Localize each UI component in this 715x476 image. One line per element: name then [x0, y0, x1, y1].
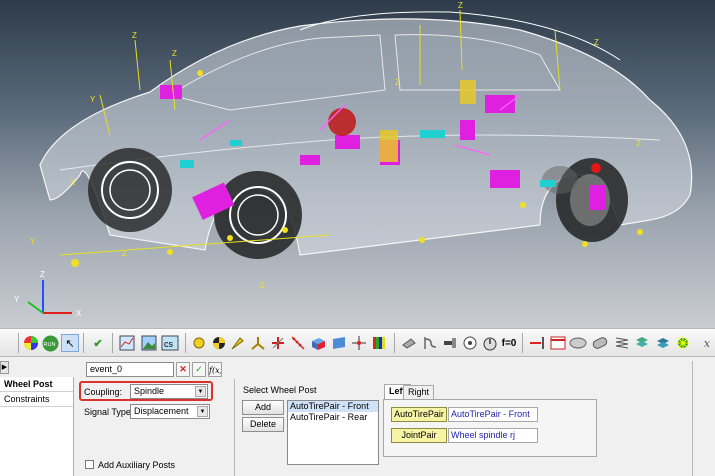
explode-icon[interactable]: [674, 334, 692, 352]
spring-icon[interactable]: [289, 334, 307, 352]
toolbar-separator: [18, 333, 19, 353]
panel-right-edge: [692, 361, 693, 476]
cs-label: cs: [164, 339, 174, 349]
output-icon[interactable]: [481, 334, 499, 352]
triad-z-label: Z: [40, 270, 45, 279]
fx-zero-icon[interactable]: f=0: [500, 334, 518, 352]
arrow-right-icon[interactable]: [528, 334, 546, 352]
svg-text:Z: Z: [395, 78, 400, 87]
check-icon[interactable]: ✔: [89, 334, 107, 352]
jointpair-value[interactable]: Wheel spindle rj: [448, 428, 538, 443]
pointer-icon[interactable]: ↖: [61, 334, 79, 352]
toolbar-separator: [83, 333, 84, 353]
marker-icon[interactable]: [229, 334, 247, 352]
run-label: RUN: [43, 342, 55, 348]
plot-icon[interactable]: [118, 334, 136, 352]
calendar-icon[interactable]: [549, 334, 567, 352]
add-button[interactable]: Add: [242, 400, 284, 415]
color-wheel-icon[interactable]: [22, 334, 40, 352]
box-icon[interactable]: [309, 334, 327, 352]
svg-text:Z: Z: [636, 139, 641, 148]
signal-type-select[interactable]: Displacement ▼: [130, 404, 210, 419]
svg-text:Z: Z: [172, 49, 177, 58]
force-icon[interactable]: [461, 334, 479, 352]
event-name-field[interactable]: event_0: [86, 362, 174, 377]
add-auxiliary-label: Add Auxiliary Posts: [98, 460, 176, 470]
surface-icon[interactable]: [330, 334, 348, 352]
confirm-icon[interactable]: ✓: [192, 362, 206, 377]
vehicle-model-graphic: Z Z Z Z Z X Y Y Z Z Z Z X Y: [14, 1, 693, 318]
autotirepair-value[interactable]: AutoTirePair - Front: [448, 407, 538, 422]
list-item[interactable]: AutoTirePair - Rear: [288, 412, 378, 423]
fx-expression-icon[interactable]: f(x): [208, 362, 222, 377]
svg-text:X: X: [70, 178, 76, 187]
wheel-post-panel: ▶ event_0 ✕ ✓ f(x) Wheel Post Constraint…: [0, 357, 715, 476]
bushing-icon[interactable]: [370, 334, 388, 352]
gear-icon[interactable]: [421, 334, 439, 352]
fx-zero-label: f=0: [501, 337, 517, 349]
delete-button[interactable]: Delete: [242, 417, 284, 432]
coupling-select[interactable]: Spindle ▼: [130, 384, 208, 399]
field-icon[interactable]: [350, 334, 368, 352]
toolbar-separator: [522, 333, 523, 353]
svg-text:f(x): f(x): [209, 366, 221, 375]
toolbar-separator: [185, 333, 186, 353]
svg-text:Y: Y: [90, 95, 96, 104]
chevron-down-icon: ▼: [195, 386, 206, 397]
signal-type-value: Displacement: [134, 406, 189, 416]
tab-right[interactable]: Right: [403, 385, 435, 400]
jointpair-button[interactable]: JointPair: [391, 428, 447, 443]
body-icon[interactable]: [210, 334, 228, 352]
beam-icon[interactable]: [400, 334, 418, 352]
fx-icon[interactable]: 𝑥: [698, 334, 715, 352]
graphic-icon[interactable]: [249, 334, 267, 352]
coupling-value: Spindle: [134, 386, 165, 396]
add-auxiliary-checkbox[interactable]: [85, 460, 94, 469]
triad-y-label: Y: [14, 295, 20, 304]
cs-icon[interactable]: cs: [161, 334, 179, 352]
svg-text:Z: Z: [122, 249, 127, 258]
cancel-icon[interactable]: ✕: [176, 362, 190, 377]
svg-text:Z: Z: [458, 1, 463, 10]
toolbar-separator: [394, 333, 395, 353]
stack-icon[interactable]: [654, 334, 672, 352]
pill-icon[interactable]: [591, 334, 609, 352]
svg-text:Z: Z: [260, 281, 265, 290]
autotirepair-button[interactable]: AutoTirePair: [391, 407, 447, 422]
image-icon[interactable]: [140, 334, 158, 352]
list-item[interactable]: AutoTirePair - Front: [288, 401, 378, 412]
section-divider: [234, 379, 235, 476]
select-wheel-post-label: Select Wheel Post: [243, 385, 317, 395]
axis-label-z: Z: [132, 31, 137, 40]
spring-coil-icon[interactable]: [613, 334, 631, 352]
panel-collapse-icon[interactable]: ▶: [0, 361, 9, 374]
nav-item-wheel-post[interactable]: Wheel Post: [0, 377, 73, 392]
model-viewport[interactable]: Z Z Z Z Z X Y Y Z Z Z Z X Y: [0, 0, 715, 328]
motion-icon[interactable]: [441, 334, 459, 352]
triad-x-label: X: [76, 309, 82, 318]
main-toolbar: RUN ↖ ✔ cs f=0 𝑥: [0, 328, 715, 357]
wheel-post-list[interactable]: AutoTirePair - Front AutoTirePair - Rear: [287, 400, 379, 465]
left-navigation: Wheel Post Constraints: [0, 377, 74, 476]
toolbar-separator: [112, 333, 113, 353]
svg-text:Y: Y: [30, 237, 36, 246]
nav-item-constraints[interactable]: Constraints: [0, 392, 73, 407]
svg-text:Z: Z: [594, 38, 599, 47]
chevron-down-icon: ▼: [197, 406, 208, 417]
layers-icon[interactable]: [633, 334, 651, 352]
signal-type-label: Signal Type:: [84, 407, 134, 417]
cylinder-icon[interactable]: [569, 334, 587, 352]
joint-icon[interactable]: [269, 334, 287, 352]
point-icon[interactable]: [190, 334, 208, 352]
coupling-label: Coupling:: [84, 387, 123, 397]
run-icon[interactable]: RUN: [41, 334, 59, 352]
